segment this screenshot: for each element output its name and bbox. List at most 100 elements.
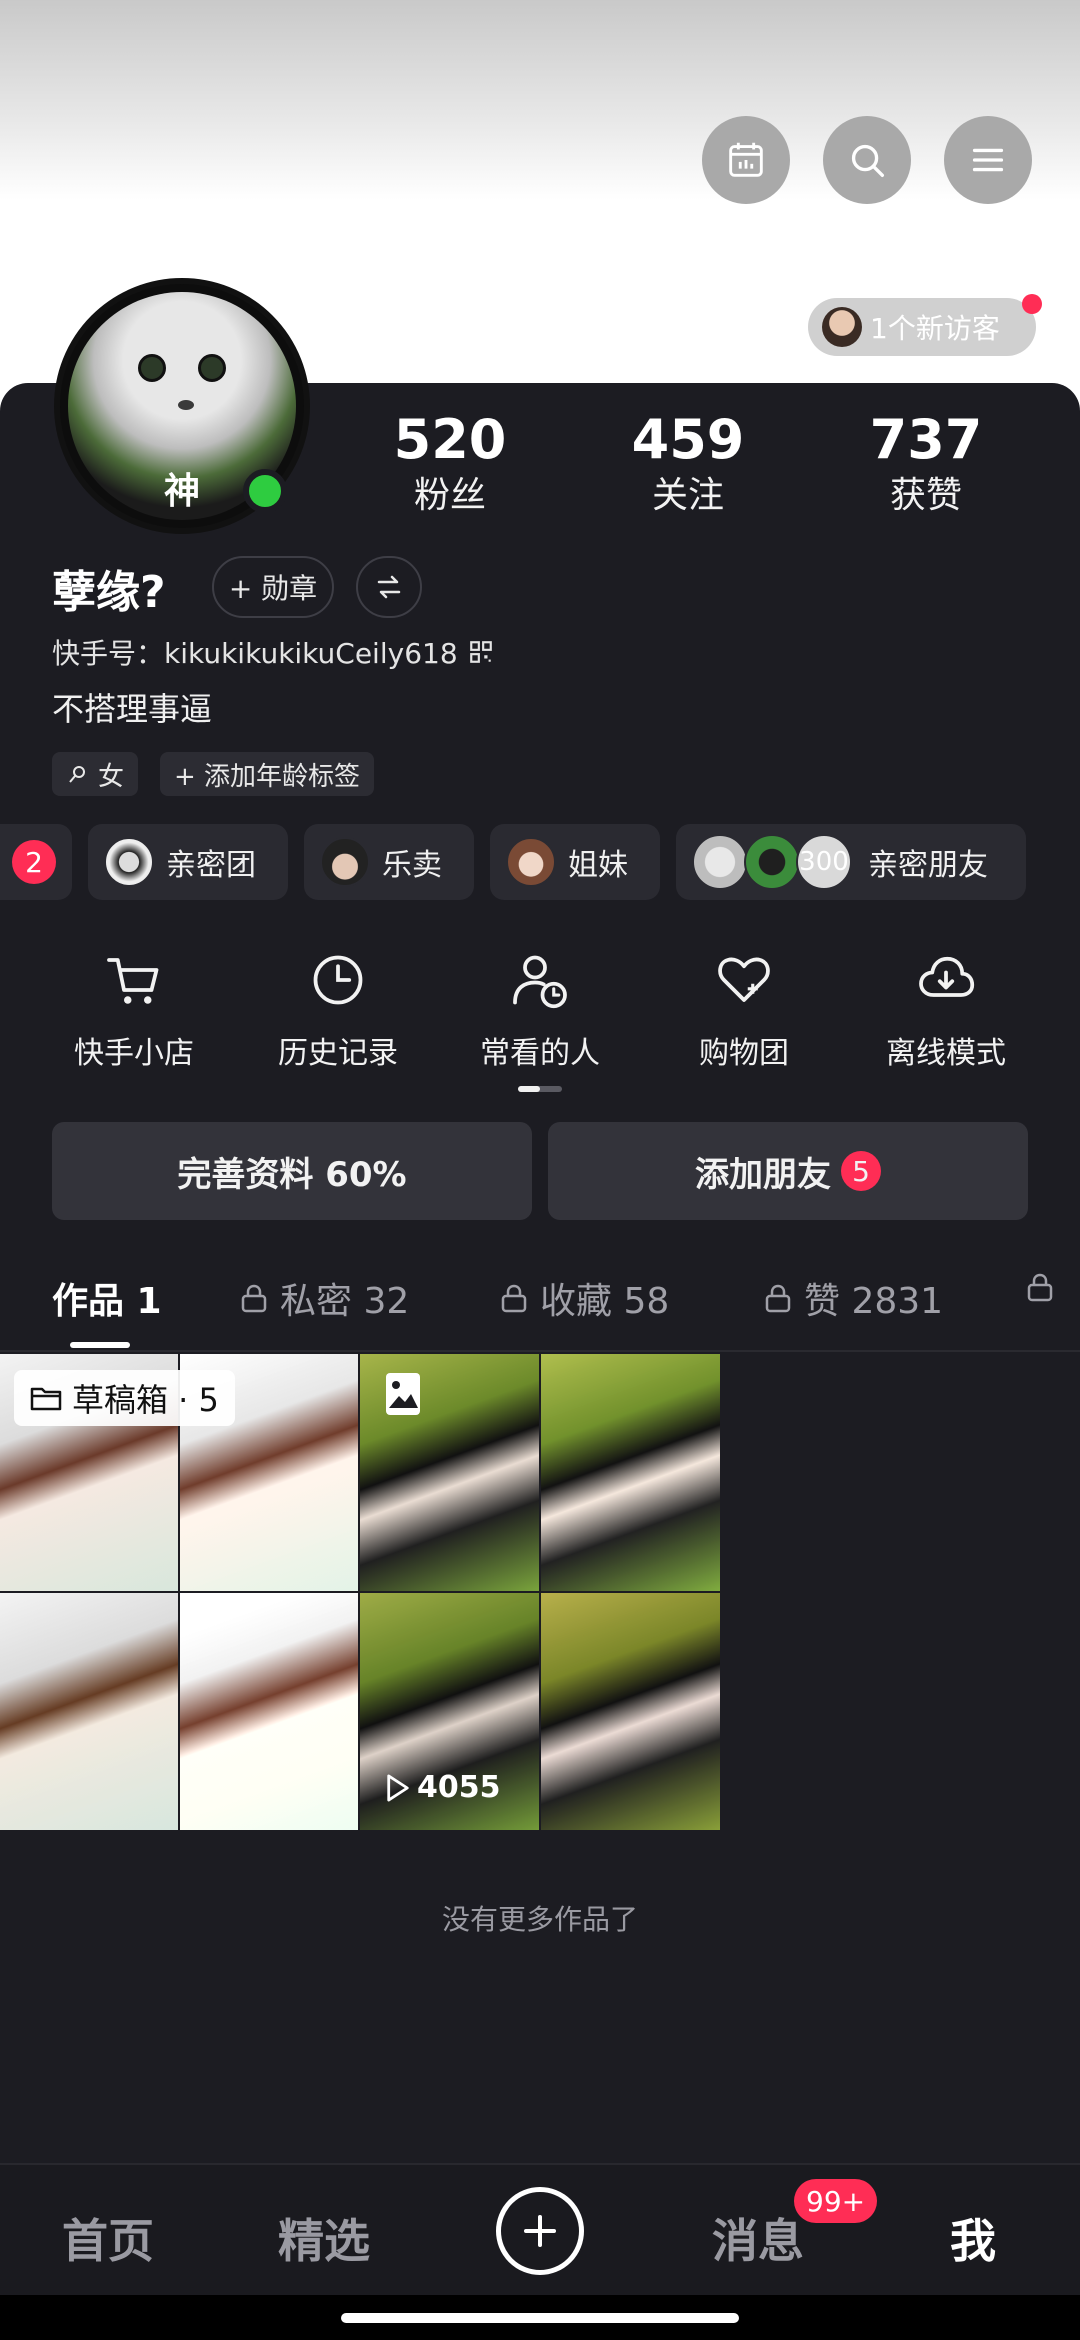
stat-fans[interactable]: 520 粉丝 bbox=[370, 408, 530, 520]
active-tab-underline bbox=[70, 1342, 130, 1348]
quick-label: 常看的人 bbox=[480, 1036, 600, 1071]
visitor-text: 1个新访客 bbox=[870, 312, 1000, 345]
scroll-indicator-fill bbox=[518, 1086, 540, 1092]
calendar-icon bbox=[729, 142, 763, 177]
username: 孽缘? bbox=[52, 567, 166, 618]
swap-icon bbox=[377, 575, 401, 599]
group-overflow-chip[interactable]: 2 bbox=[0, 824, 72, 900]
tab-likes-label: 赞 2831 bbox=[804, 1281, 944, 1322]
group-chip-sisters[interactable]: 姐妹 bbox=[490, 824, 660, 900]
quick-label: 快手小店 bbox=[74, 1036, 194, 1071]
draft-box-label: 草稿箱 · 5 bbox=[14, 1370, 235, 1426]
group-avatar bbox=[320, 837, 370, 887]
add-age-tag-button[interactable]: + 添加年龄标签 bbox=[160, 752, 375, 796]
group-count-badge: 2 bbox=[12, 840, 56, 884]
quick-history[interactable]: 历史记录 bbox=[248, 950, 428, 1072]
group-chip-label: 亲密朋友 bbox=[868, 848, 988, 883]
folder-icon bbox=[30, 1387, 62, 1411]
stat-following-label: 关注 bbox=[651, 475, 724, 516]
qr-code-icon[interactable] bbox=[468, 639, 494, 665]
play-count-value: 4055 bbox=[417, 1770, 501, 1805]
nav-messages[interactable]: 消息 bbox=[712, 2205, 804, 2271]
kuaishou-id[interactable]: 快手号：kikukikukikuCeily618 bbox=[52, 632, 494, 672]
stat-following-value: 459 bbox=[631, 408, 745, 471]
stat-likes-value: 737 bbox=[869, 408, 983, 471]
quick-shopping-group[interactable]: 购物团 bbox=[654, 950, 834, 1072]
lock-icon bbox=[501, 1284, 527, 1313]
lock-icon bbox=[241, 1284, 267, 1313]
work-thumbnail bbox=[541, 1593, 720, 1830]
quick-label: 购物团 bbox=[699, 1036, 789, 1071]
switch-account-button[interactable] bbox=[356, 556, 422, 618]
nav-me[interactable]: 我 bbox=[950, 2205, 996, 2271]
stat-fans-label: 粉丝 bbox=[413, 475, 486, 516]
search-button[interactable] bbox=[823, 116, 911, 204]
add-friends-label: 添加朋友 bbox=[695, 1154, 831, 1195]
nav-home[interactable]: 首页 bbox=[62, 2205, 154, 2271]
draft-thumbnail bbox=[0, 1593, 178, 1830]
friend-count: 300 bbox=[796, 834, 852, 890]
online-status-dot bbox=[243, 469, 287, 513]
cloud-download-icon bbox=[919, 956, 975, 997]
add-friends-badge: 5 bbox=[841, 1151, 881, 1191]
avatar-nose bbox=[178, 400, 194, 410]
stat-likes[interactable]: 737 获赞 bbox=[846, 408, 1006, 520]
works-grid: 草稿箱 · 5 4055 bbox=[0, 1354, 720, 1830]
complete-profile-button[interactable]: 完善资料 60% bbox=[52, 1122, 532, 1220]
image-post-icon bbox=[386, 1373, 420, 1415]
quick-actions-scroll-indicator bbox=[518, 1086, 562, 1092]
group-chip-label: 姐妹 bbox=[568, 848, 628, 883]
tab-likes[interactable]: 赞 2831 bbox=[764, 1272, 943, 1324]
create-post-button[interactable] bbox=[496, 2187, 584, 2275]
draft-thumbnail bbox=[180, 1593, 358, 1830]
complete-profile-label: 完善资料 60% bbox=[177, 1154, 407, 1195]
tab-private-label: 私密 32 bbox=[280, 1281, 410, 1322]
quick-label: 历史记录 bbox=[278, 1036, 398, 1071]
work-thumbnail bbox=[541, 1354, 720, 1591]
lock-icon bbox=[765, 1284, 791, 1313]
tab-works[interactable]: 作品 1 bbox=[52, 1272, 162, 1324]
quick-kuaishou-shop[interactable]: 快手小店 bbox=[44, 950, 224, 1072]
friend-avatar bbox=[692, 834, 748, 890]
quick-frequent-people[interactable]: 常看的人 bbox=[450, 950, 630, 1072]
friend-avatar bbox=[744, 834, 800, 890]
group-chip-close-friends[interactable]: 300 亲密朋友 bbox=[676, 824, 1026, 900]
tab-more[interactable] bbox=[1026, 1272, 1054, 1302]
group-avatar bbox=[104, 837, 154, 887]
menu-button[interactable] bbox=[944, 116, 1032, 204]
content-tabs: 作品 1 私密 32 收藏 58 赞 2831 bbox=[0, 1262, 1080, 1352]
no-more-works-text: 没有更多作品了 bbox=[441, 1903, 638, 1936]
avatar-eye-left bbox=[138, 354, 166, 382]
play-icon bbox=[387, 1774, 409, 1801]
search-icon bbox=[851, 144, 885, 178]
nav-featured[interactable]: 精选 bbox=[278, 2205, 370, 2271]
tab-works-label: 作品 1 bbox=[52, 1281, 162, 1322]
stat-likes-label: 获赞 bbox=[889, 475, 962, 516]
gender-tag-label: 女 bbox=[98, 761, 125, 792]
quick-offline-mode[interactable]: 离线模式 bbox=[856, 950, 1036, 1072]
stat-fans-value: 520 bbox=[393, 408, 507, 471]
medal-button[interactable]: + 勋章 bbox=[212, 556, 334, 618]
draft-box-tile[interactable]: 草稿箱 · 5 bbox=[0, 1354, 358, 1830]
group-chip-lemai[interactable]: 乐卖 bbox=[304, 824, 474, 900]
group-chip-label: 亲密团 bbox=[166, 848, 256, 883]
home-indicator[interactable] bbox=[341, 2313, 739, 2323]
add-friends-button[interactable]: 添加朋友 5 bbox=[548, 1122, 1028, 1220]
menu-icon bbox=[972, 148, 1004, 172]
group-chip-label: 乐卖 bbox=[382, 848, 442, 883]
visitor-avatar bbox=[822, 307, 862, 347]
work-tile[interactable] bbox=[360, 1354, 720, 1830]
gender-tag[interactable]: 女 bbox=[52, 752, 139, 796]
calendar-button[interactable] bbox=[702, 116, 790, 204]
quick-label: 离线模式 bbox=[886, 1036, 1006, 1071]
stat-following[interactable]: 459 关注 bbox=[608, 408, 768, 520]
heart-icon bbox=[718, 957, 770, 1002]
lock-icon bbox=[1027, 1273, 1053, 1302]
tab-favorites-label: 收藏 58 bbox=[540, 1281, 670, 1322]
tab-favorites[interactable]: 收藏 58 bbox=[500, 1272, 669, 1324]
group-chip-intimate[interactable]: 亲密团 bbox=[88, 824, 288, 900]
bio-text: 不搭理事逼 bbox=[52, 690, 213, 728]
new-visitor-button[interactable]: 1个新访客 bbox=[808, 294, 1042, 356]
bottom-nav: 首页 精选 消息 99+ 我 bbox=[0, 2163, 1080, 2295]
tab-private[interactable]: 私密 32 bbox=[240, 1272, 409, 1324]
